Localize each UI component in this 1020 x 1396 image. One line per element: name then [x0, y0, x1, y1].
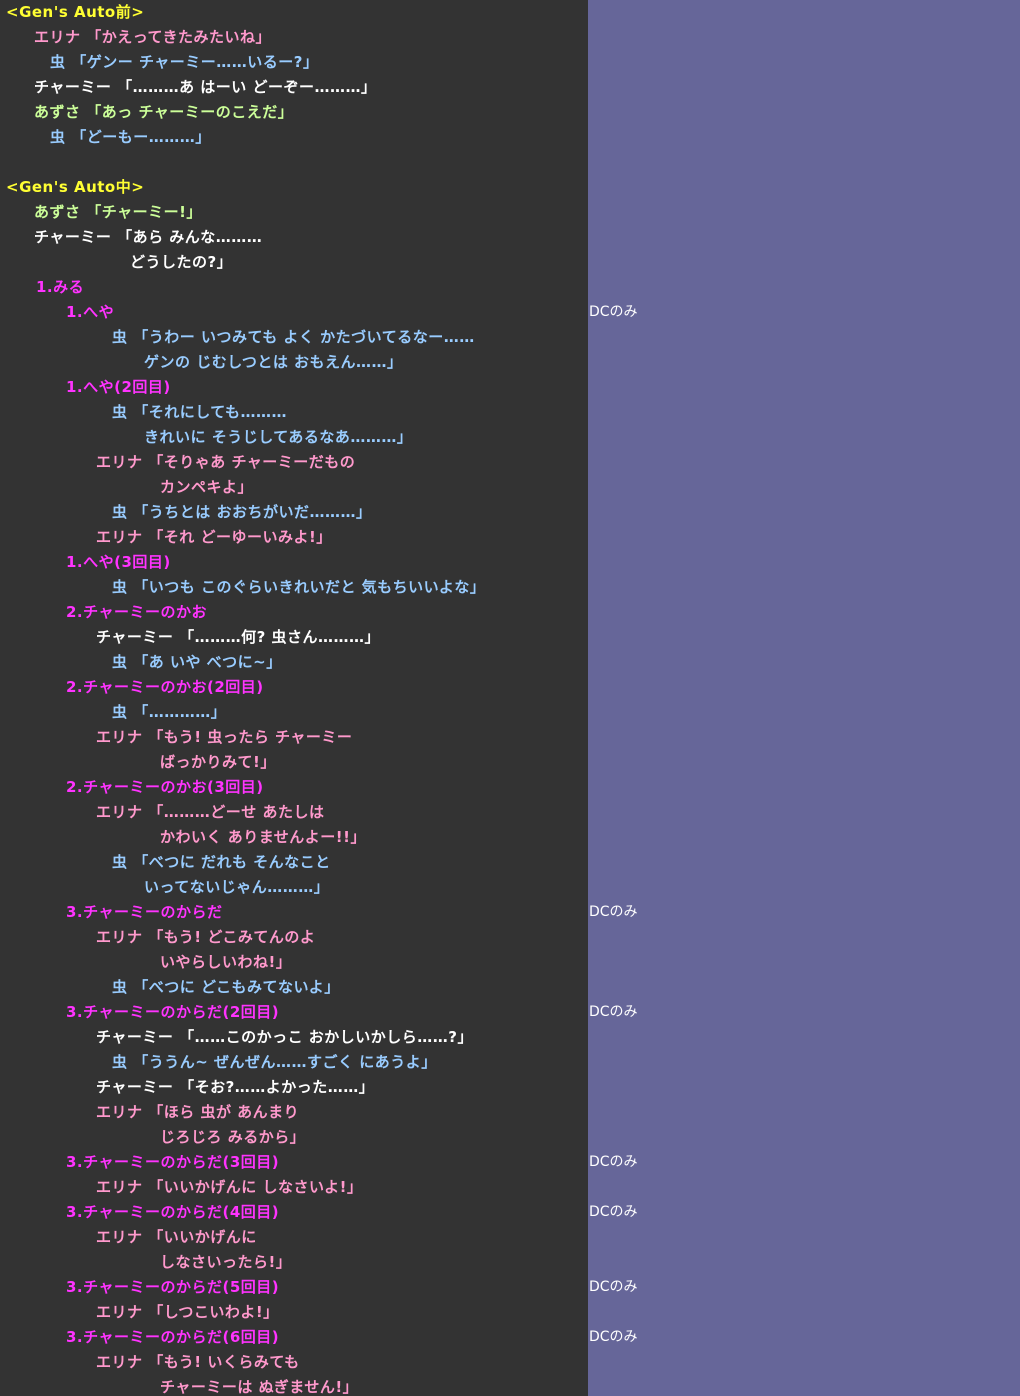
choice-label: 2.チャーミーのかお [66, 603, 207, 621]
dialogue-line: あずさ 「チャーミー!」 [34, 203, 202, 221]
choice-label: 3.チャーミーのからだ(5回目) [66, 1278, 280, 1296]
dialogue-line: 虫 「それにしても……… [112, 403, 288, 421]
choice-label: 3.チャーミーのからだ(6回目) [66, 1328, 280, 1346]
dialogue-continuation: ゲンの じむしつとは おもえん……」 [144, 353, 403, 371]
dialogue-line: エリナ 「そりゃあ チャーミーだもの [96, 453, 356, 471]
dialogue-continuation: ばっかりみて!」 [160, 753, 276, 771]
dc-only-note: DCのみ [589, 904, 638, 920]
dialogue-line: エリナ 「それ どーゆーいみよ!」 [96, 528, 332, 546]
dc-only-note: DCのみ [589, 304, 638, 320]
choice-label: 1.へや(3回目) [66, 553, 171, 571]
dc-only-note: DCのみ [589, 1004, 638, 1020]
dialogue-continuation: しなさいったら!」 [160, 1253, 292, 1271]
dialogue-line: 虫 「…………」 [112, 703, 227, 721]
dialogue-line: 虫 「いつも このぐらいきれいだと 気もちいいよな」 [112, 578, 486, 596]
dialogue-line: エリナ 「いいかげんに しなさいよ!」 [96, 1178, 363, 1196]
dialogue-line: 虫 「うわー いつみても よく かたづいてるなー…… [112, 328, 475, 346]
dialogue-line: あずさ 「あっ チャーミーのこえだ」 [34, 103, 294, 121]
choice-label: 1.へや [66, 303, 115, 321]
dialogue-line: チャーミー 「………あ はーい どーぞー………」 [34, 78, 377, 96]
dc-only-note: DCのみ [589, 1154, 638, 1170]
notes-panel [588, 0, 1020, 1396]
dialogue-line: 虫 「ゲンー チャーミー……いるー?」 [50, 53, 319, 71]
choice-label: 3.チャーミーのからだ(2回目) [66, 1003, 280, 1021]
choice-label: 3.チャーミーのからだ(4回目) [66, 1203, 280, 1221]
dc-only-note: DCのみ [589, 1279, 638, 1295]
script-panel: <Gen's Auto前> エリナ 「かえってきたみたいね」 虫 「ゲンー チャ… [0, 0, 588, 1396]
dialogue-line: 虫 「ううん~ ぜんぜん……すごく にあうよ」 [112, 1053, 437, 1071]
dialogue-line: エリナ 「もう! どこみてんのよ [96, 928, 316, 946]
section-header: <Gen's Auto前> [6, 3, 145, 21]
dialogue-line: チャーミー 「そお?……よかった……」 [96, 1078, 375, 1096]
dialogue-line: 虫 「べつに だれも そんなこと [112, 853, 331, 871]
choice-label: 2.チャーミーのかお(2回目) [66, 678, 264, 696]
dialogue-continuation: いやらしいわね!」 [160, 953, 292, 971]
choice-label: 1.みる [36, 278, 85, 296]
dialogue-line: エリナ 「いいかげんに [96, 1228, 257, 1246]
dialogue-continuation: カンペキよ」 [160, 478, 254, 496]
dialogue-line: エリナ 「………どーせ あたしは [96, 803, 325, 821]
dc-only-note: DCのみ [589, 1204, 638, 1220]
choice-label: 2.チャーミーのかお(3回目) [66, 778, 264, 796]
dialogue-line: エリナ 「ほら 虫が あんまり [96, 1103, 300, 1121]
dialogue-line: エリナ 「もう! いくらみても [96, 1353, 300, 1371]
dialogue-continuation: じろじろ みるから」 [160, 1128, 306, 1146]
choice-label: 3.チャーミーのからだ [66, 903, 223, 921]
dialogue-continuation: いってないじゃん………」 [144, 878, 330, 896]
section-header: <Gen's Auto中> [6, 178, 145, 196]
dialogue-line: エリナ 「しつこいわよ!」 [96, 1303, 279, 1321]
dialogue-line: チャーミー 「あら みんな……… [34, 228, 263, 246]
dialogue-line: エリナ 「もう! 虫ったら チャーミー [96, 728, 353, 746]
dialogue-line: 虫 「どーもー………」 [50, 128, 211, 146]
dialogue-line: チャーミー 「………何? 虫さん………」 [96, 628, 380, 646]
dialogue-line: エリナ 「かえってきたみたいね」 [34, 28, 272, 46]
choice-label: 3.チャーミーのからだ(3回目) [66, 1153, 280, 1171]
dialogue-continuation: チャーミーは ぬぎません!」 [160, 1378, 359, 1396]
dialogue-line: 虫 「うちとは おおちがいだ………」 [112, 503, 372, 521]
dialogue-line: 虫 「あ いや べつに~」 [112, 653, 282, 671]
dialogue-continuation: どうしたの?」 [130, 253, 233, 271]
dialogue-continuation: きれいに そうじしてあるなあ………」 [144, 428, 413, 446]
dialogue-line: 虫 「べつに どこもみてないよ」 [112, 978, 340, 996]
dialogue-line: チャーミー 「……このかっこ おかしいかしら……?」 [96, 1028, 473, 1046]
dc-only-note: DCのみ [589, 1329, 638, 1345]
choice-label: 1.へや(2回目) [66, 378, 171, 396]
dialogue-continuation: かわいく ありませんよー!!」 [160, 828, 366, 846]
